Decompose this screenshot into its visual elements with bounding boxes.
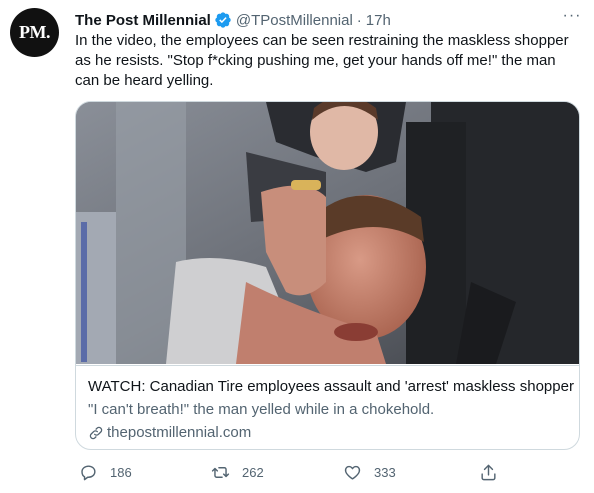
share-button[interactable] bbox=[479, 460, 498, 484]
card-photo-illustration bbox=[76, 102, 579, 364]
card-details[interactable]: WATCH: Canadian Tire employees assault a… bbox=[76, 365, 579, 449]
card-domain-text: thepostmillennial.com bbox=[107, 424, 252, 441]
verified-badge-icon bbox=[214, 11, 232, 29]
tweet-text: In the video, the employees can be seen … bbox=[75, 32, 569, 89]
author-handle[interactable]: @TPostMillennial bbox=[236, 12, 353, 29]
tweet-actions: 186 262 333 bbox=[75, 460, 515, 484]
card-description: "I can't breath!" the man yelled while i… bbox=[88, 401, 435, 418]
author-name[interactable]: The Post Millennial bbox=[75, 12, 211, 29]
link-card[interactable]: WATCH: Canadian Tire employees assault a… bbox=[75, 101, 580, 450]
avatar[interactable]: PM. bbox=[10, 8, 59, 57]
share-icon bbox=[481, 464, 496, 480]
card-domain: thepostmillennial.com bbox=[88, 424, 251, 441]
retweet-count: 262 bbox=[242, 464, 264, 480]
reply-icon bbox=[81, 464, 96, 480]
reply-button[interactable]: 186 bbox=[79, 460, 132, 484]
tweet[interactable]: PM. The Post Millennial @TPostMillennial… bbox=[0, 0, 594, 493]
more-options-icon[interactable]: ··· bbox=[562, 8, 582, 29]
avatar-logo-text: PM. bbox=[19, 22, 50, 42]
like-count: 333 bbox=[374, 464, 396, 480]
retweet-button[interactable]: 262 bbox=[211, 460, 264, 484]
card-title: WATCH: Canadian Tire employees assault a… bbox=[88, 378, 574, 395]
tweet-timestamp[interactable]: 17h bbox=[366, 12, 391, 29]
heart-icon bbox=[344, 465, 361, 480]
link-icon bbox=[89, 426, 103, 439]
like-button[interactable]: 333 bbox=[343, 460, 396, 484]
card-image[interactable] bbox=[76, 102, 579, 364]
separator-dot: · bbox=[356, 11, 362, 29]
retweet-icon bbox=[211, 466, 230, 478]
reply-count: 186 bbox=[110, 464, 132, 480]
tweet-header: The Post Millennial @TPostMillennial · 1… bbox=[75, 10, 391, 30]
